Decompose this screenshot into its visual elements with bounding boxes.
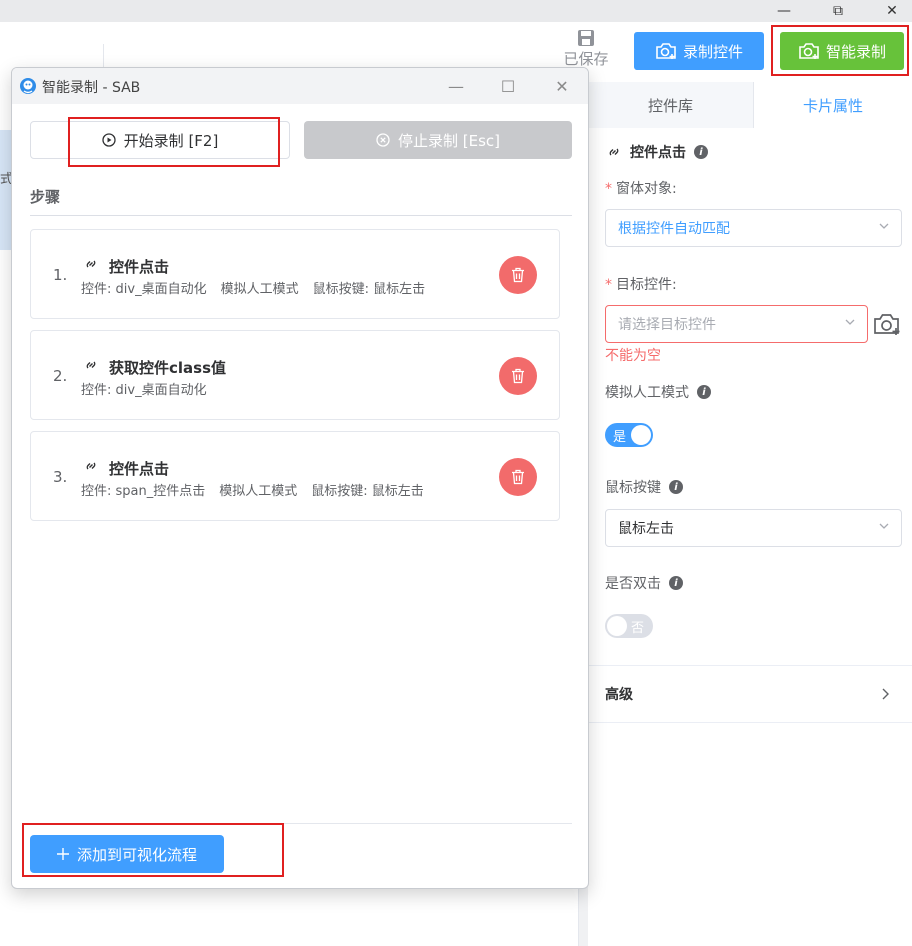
- mouse-key-value: 鼠标左击: [618, 521, 674, 537]
- info-icon[interactable]: i: [697, 385, 711, 399]
- switch-knob: [607, 616, 627, 636]
- dialog-maximize-button[interactable]: ☐: [488, 68, 528, 104]
- window-minimize-button[interactable]: —: [764, 0, 804, 22]
- step-card[interactable]: 3. 控件点击 控件: span_控件点击 模拟人工模式 鼠标按键: 鼠标左击: [30, 431, 560, 521]
- save-status-label: 已保存: [563, 50, 609, 68]
- dialog-close-button[interactable]: ✕: [542, 68, 582, 104]
- info-icon[interactable]: i: [669, 576, 683, 590]
- record-control-button[interactable]: 录制控件: [634, 32, 764, 70]
- panel-tabs: 控件库 卡片属性: [588, 82, 912, 128]
- info-icon[interactable]: i: [669, 480, 683, 494]
- start-recording-button[interactable]: 开始录制 [F2]: [30, 121, 290, 159]
- dialog-title: 智能录制 - SAB: [42, 80, 141, 96]
- section-title-text: 控件点击: [630, 145, 686, 161]
- link-icon: [86, 361, 96, 369]
- simulate-mode-switch[interactable]: 是: [605, 423, 653, 447]
- chevron-down-icon: [845, 319, 855, 325]
- properties-panel: 控件库 卡片属性 控件点击 i * 窗体对象: 根据控件自动匹配 * 目标控件: 请…: [588, 82, 912, 946]
- trash-icon: [512, 469, 524, 485]
- stop-recording-button[interactable]: 停止录制 [Esc]: [304, 121, 572, 159]
- close-circle-icon: [376, 133, 390, 147]
- save-icon: [578, 30, 594, 46]
- target-control-placeholder: 请选择目标控件: [618, 317, 716, 333]
- window-object-label: * 窗体对象:: [605, 181, 677, 197]
- switch-knob: [631, 425, 651, 445]
- step-description: 控件: div_桌面自动化: [81, 383, 207, 398]
- window-close-button[interactable]: ✕: [872, 0, 912, 22]
- steps-divider: [30, 215, 572, 216]
- plus-icon: [56, 848, 69, 860]
- add-to-flow-label: 添加到可视化流程: [76, 845, 197, 864]
- step-number: 1.: [53, 266, 68, 284]
- smart-record-button[interactable]: 智能录制: [780, 32, 904, 70]
- double-click-switch-text: 否: [631, 621, 645, 636]
- delete-step-button[interactable]: [499, 458, 537, 496]
- dialog-titlebar[interactable]: 智能录制 - SAB — ☐ ✕: [12, 68, 588, 104]
- step-description: 控件: span_控件点击 模拟人工模式 鼠标按键: 鼠标左击: [81, 484, 424, 499]
- window-restore-button[interactable]: ⧉: [818, 0, 858, 22]
- link-icon: [609, 148, 619, 156]
- dialog-minimize-button[interactable]: —: [436, 68, 476, 104]
- step-card[interactable]: 1. 控件点击 控件: div_桌面自动化 模拟人工模式 鼠标按键: 鼠标左击: [30, 229, 560, 319]
- target-control-label: * 目标控件:: [605, 277, 677, 293]
- advanced-section[interactable]: 高级: [588, 665, 912, 723]
- double-click-switch[interactable]: 否: [605, 614, 653, 638]
- smart-record-dialog: 智能录制 - SAB — ☐ ✕ 开始录制 [F2] 停止录制 [Esc] 步骤…: [11, 67, 589, 889]
- tab-card-properties[interactable]: 卡片属性: [754, 82, 912, 128]
- window-object-value: 根据控件自动匹配: [618, 221, 730, 237]
- app-logo-icon: [20, 78, 36, 94]
- trash-icon: [512, 368, 524, 384]
- step-title: 控件点击: [109, 460, 170, 478]
- target-control-error: 不能为空: [605, 348, 661, 364]
- link-icon: [86, 462, 96, 470]
- step-number: 3.: [53, 468, 68, 486]
- start-recording-label: 开始录制 [F2]: [123, 131, 219, 150]
- camera-icon: [656, 43, 676, 59]
- delete-step-button[interactable]: [499, 256, 537, 294]
- chevron-down-icon: [879, 223, 889, 229]
- step-card[interactable]: 2. 获取控件class值 控件: div_桌面自动化: [30, 330, 560, 420]
- trash-icon: [512, 267, 524, 283]
- camera-icon: [799, 43, 819, 59]
- toolbar-divider: [103, 44, 104, 68]
- play-circle-icon: [102, 133, 116, 147]
- window-titlebar: — ⧉ ✕: [0, 0, 912, 22]
- mouse-key-label: 鼠标按键 i: [605, 477, 683, 497]
- add-to-flow-button[interactable]: 添加到可视化流程: [30, 835, 224, 873]
- info-icon[interactable]: i: [694, 145, 708, 159]
- simulate-mode-switch-text: 是: [613, 430, 627, 445]
- section-title: 控件点击 i: [606, 142, 708, 162]
- save-status[interactable]: 已保存: [560, 28, 612, 69]
- chevron-right-icon: [882, 688, 889, 700]
- chevron-down-icon: [879, 523, 889, 529]
- simulate-mode-label: 模拟人工模式 i: [605, 382, 711, 402]
- footer-divider: [24, 823, 572, 824]
- link-icon: [86, 260, 96, 268]
- step-description: 控件: div_桌面自动化 模拟人工模式 鼠标按键: 鼠标左击: [81, 282, 426, 297]
- target-control-select[interactable]: 请选择目标控件: [605, 305, 868, 343]
- mouse-key-select[interactable]: 鼠标左击: [605, 509, 902, 547]
- window-object-select[interactable]: 根据控件自动匹配: [605, 209, 902, 247]
- camera-capture-icon[interactable]: [873, 312, 901, 336]
- steps-heading: 步骤: [30, 188, 61, 206]
- advanced-label: 高级: [605, 687, 633, 703]
- double-click-label: 是否双击 i: [605, 573, 683, 593]
- step-title: 获取控件class值: [109, 359, 227, 377]
- tab-control-library[interactable]: 控件库: [588, 82, 754, 128]
- delete-step-button[interactable]: [499, 357, 537, 395]
- step-number: 2.: [53, 367, 68, 385]
- step-title: 控件点击: [109, 258, 170, 276]
- smart-record-label: 智能录制: [825, 42, 886, 61]
- stop-recording-label: 停止录制 [Esc]: [397, 131, 500, 150]
- record-control-label: 录制控件: [682, 42, 743, 61]
